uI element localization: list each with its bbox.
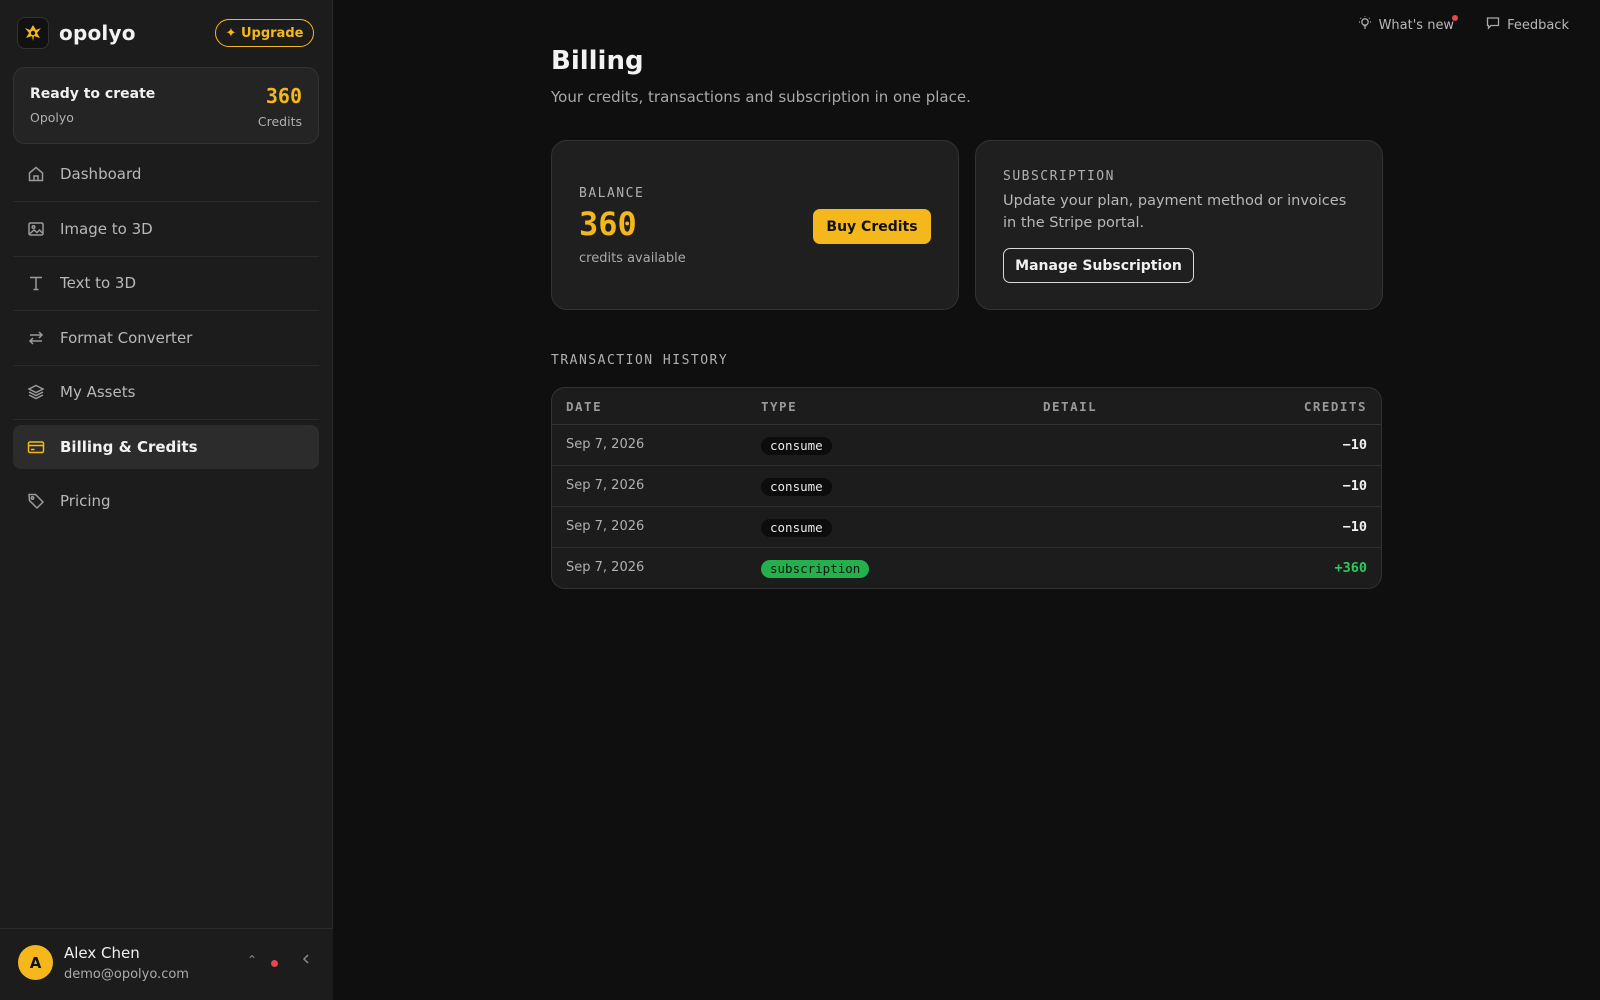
buy-credits-button[interactable]: Buy Credits [813, 209, 931, 244]
notification-dot-icon [1452, 15, 1459, 21]
transaction-credits: +360 [1334, 560, 1367, 576]
sidebar-item-label: Dashboard [60, 165, 142, 183]
credits-summary-card: Ready to create Opolyo 360 Credits [13, 67, 319, 144]
credits-count: 360 [265, 84, 302, 108]
table-row: Sep 7, 2026 consume −10 [552, 425, 1381, 466]
transaction-history-heading: TRANSACTION HISTORY [551, 353, 729, 368]
balance-card: BALANCE 360 credits available Buy Credit… [551, 140, 959, 310]
whats-new-link[interactable]: What's new [1358, 15, 1459, 34]
column-credits: CREDITS [1303, 399, 1367, 414]
sidebar-item-text-to-3d[interactable]: Text to 3D [13, 261, 319, 311]
sidebar-item-label: Text to 3D [60, 274, 137, 292]
balance-label: BALANCE [579, 186, 645, 201]
lightbulb-icon [1358, 16, 1372, 34]
page-title: Billing [551, 46, 644, 76]
sidebar-item-label: Pricing [60, 492, 111, 510]
table-row: Sep 7, 2026 consume −10 [552, 466, 1381, 507]
balance-value: 360 [579, 205, 637, 243]
status-dot-icon [271, 960, 278, 967]
avatar: A [18, 945, 53, 980]
logo-icon [17, 17, 49, 49]
collapse-sidebar-icon[interactable] [300, 951, 312, 969]
sidebar: opolyo ✦ Upgrade Ready to create Opolyo … [0, 0, 333, 1000]
subscription-description: Update your plan, payment method or invo… [1003, 193, 1347, 231]
credits-label: Credits [257, 114, 302, 129]
brand-name: opolyo [59, 21, 136, 45]
tag-icon [27, 492, 45, 510]
swap-icon [27, 329, 45, 347]
sidebar-item-label: My Assets [60, 383, 136, 401]
upgrade-button[interactable]: ✦ Upgrade [215, 19, 314, 47]
sidebar-item-label: Format Converter [60, 328, 193, 347]
sidebar-item-pricing[interactable]: Pricing [13, 479, 319, 523]
transaction-table: DATE TYPE DETAIL CREDITS Sep 7, 2026 con… [551, 387, 1382, 589]
subscription-card: SUBSCRIPTION Update your plan, payment m… [975, 140, 1383, 310]
image-icon [27, 220, 45, 238]
subscription-label: SUBSCRIPTION [1003, 169, 1115, 184]
sidebar-item-dashboard[interactable]: Dashboard [13, 152, 319, 202]
transaction-type-badge: consume [761, 519, 832, 537]
table-row: Sep 7, 2026 consume −10 [552, 507, 1381, 548]
workspace-name: Opolyo [30, 110, 74, 125]
chevron-up-icon[interactable]: ⌃ [247, 953, 257, 967]
transaction-type-badge: subscription [761, 560, 870, 578]
chat-bubble-icon [1486, 16, 1500, 34]
user-name: Alex Chen [64, 944, 140, 962]
transaction-type-badge: consume [761, 478, 832, 496]
layers-icon [27, 383, 45, 401]
user-email: demo@opolyo.com [64, 967, 189, 982]
manage-subscription-button[interactable]: Manage Subscription [1003, 248, 1194, 283]
transaction-date: Sep 7, 2026 [566, 478, 645, 493]
text-icon [27, 274, 45, 292]
sidebar-nav: Dashboard Image to 3D Text to 3D Format … [13, 152, 319, 534]
feedback-label: Feedback [1507, 17, 1569, 33]
sidebar-item-image-to-3d[interactable]: Image to 3D [13, 207, 319, 257]
user-profile-bar[interactable]: A Alex Chen demo@opolyo.com ⌃ [0, 928, 333, 1000]
sidebar-item-my-assets[interactable]: My Assets [13, 370, 319, 420]
credit-card-icon [27, 438, 45, 456]
transaction-credits: −10 [1342, 478, 1367, 494]
home-icon [27, 165, 45, 183]
sidebar-item-label: Billing & Credits [60, 437, 198, 456]
feedback-link[interactable]: Feedback [1486, 16, 1569, 34]
brand[interactable]: opolyo [17, 17, 136, 49]
balance-description: credits available [579, 251, 686, 266]
credits-card-title: Ready to create [30, 86, 156, 102]
transaction-date: Sep 7, 2026 [566, 437, 645, 452]
transaction-credits: −10 [1342, 519, 1367, 535]
transaction-date: Sep 7, 2026 [566, 519, 645, 534]
sidebar-item-label: Image to 3D [60, 219, 153, 238]
transaction-date: Sep 7, 2026 [566, 560, 645, 575]
transaction-credits: −10 [1342, 437, 1367, 453]
table-header: DATE TYPE DETAIL CREDITS [552, 388, 1381, 425]
column-type: TYPE [761, 399, 798, 414]
sidebar-item-format-converter[interactable]: Format Converter [13, 316, 319, 366]
sidebar-item-billing-credits[interactable]: Billing & Credits [13, 424, 319, 469]
transaction-type-badge: consume [761, 437, 832, 455]
table-row: Sep 7, 2026 subscription +360 [552, 548, 1381, 588]
page-subtitle: Your credits, transactions and subscript… [551, 88, 971, 106]
column-detail: DETAIL [1043, 399, 1098, 414]
top-actions: What's new Feedback [1358, 15, 1569, 34]
column-date: DATE [566, 399, 603, 414]
whats-new-label: What's new [1378, 17, 1455, 33]
